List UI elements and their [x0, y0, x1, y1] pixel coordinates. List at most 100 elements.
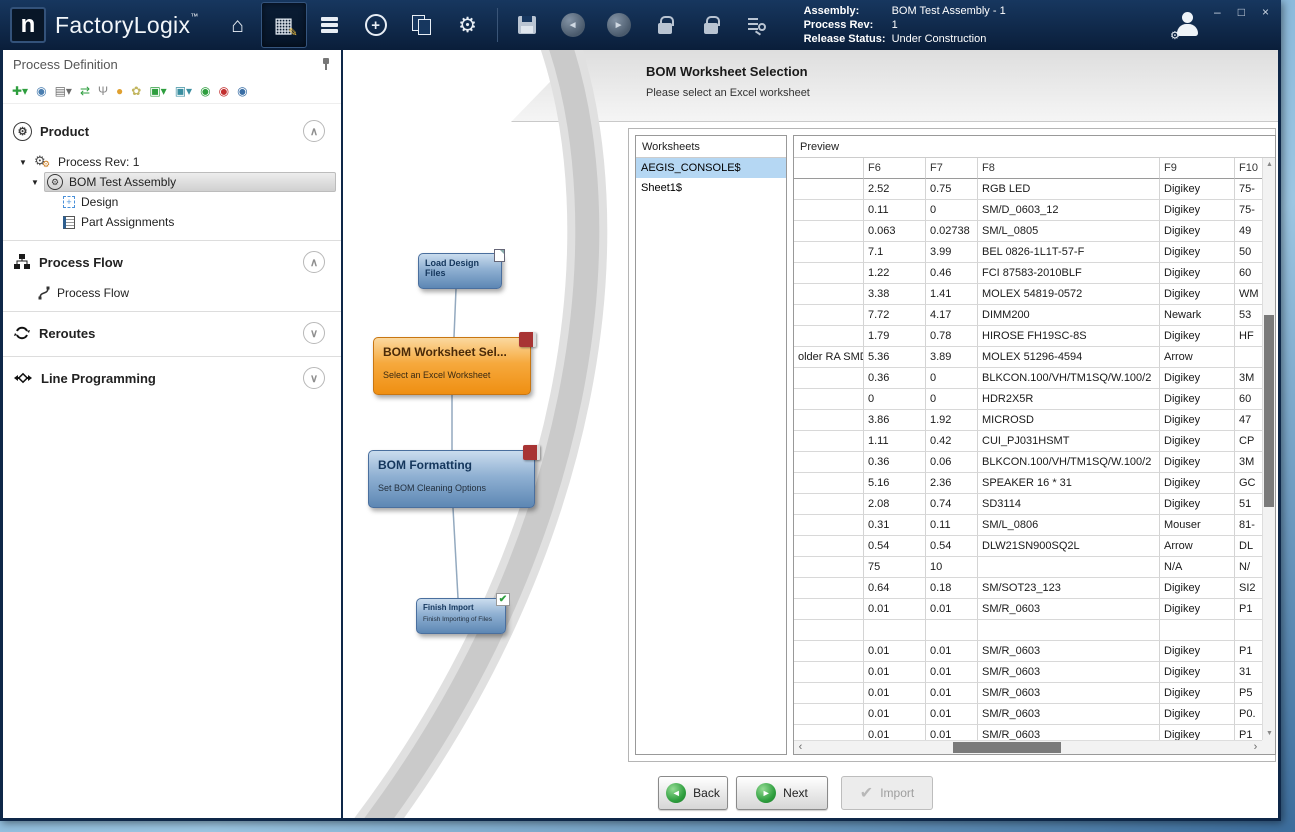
- back-button[interactable]: ◄ Back: [658, 776, 728, 810]
- table-row[interactable]: 0.11 0 SM/D_0603_12 Digikey 75-: [794, 200, 1262, 221]
- selected-tree-item[interactable]: ⚙ BOM Test Assembly: [44, 172, 336, 192]
- section-process-flow-label: Process Flow: [39, 255, 123, 270]
- lock-icon: [658, 23, 672, 34]
- horizontal-scrollbar[interactable]: ‹ ›: [794, 740, 1262, 754]
- collapse-process-flow-button[interactable]: ∧: [303, 251, 325, 273]
- status-green-icon[interactable]: ◉: [200, 85, 210, 97]
- table-row[interactable]: 3.38 1.41 MOLEX 54819-0572 Digikey WM: [794, 284, 1262, 305]
- unlock-button[interactable]: [688, 2, 734, 48]
- tree-item-bom-assembly[interactable]: ▼ ⚙ BOM Test Assembly: [3, 172, 341, 192]
- tree-item-label: Process Rev: 1: [58, 155, 139, 169]
- home-button[interactable]: ⌂: [215, 2, 261, 48]
- table-row[interactable]: 0.36 0.06 BLKCON.100/VH/TM1SQ/W.100/2 Di…: [794, 452, 1262, 473]
- highlight-icon[interactable]: ●: [116, 85, 123, 97]
- column-header: [794, 158, 864, 179]
- undo-button[interactable]: ◄: [550, 2, 596, 48]
- table-row[interactable]: 0.01 0.01 SM/R_0603 Digikey P1: [794, 599, 1262, 620]
- table-row[interactable]: 0.01 0.01 SM/R_0603 Digikey P1: [794, 641, 1262, 662]
- add-icon[interactable]: ✚▾: [12, 85, 28, 97]
- status-blue-icon[interactable]: ◉: [237, 85, 247, 97]
- step-node-load-design-files[interactable]: Load Design Files: [418, 253, 502, 289]
- table-row[interactable]: 75 10 N/A N/: [794, 557, 1262, 578]
- scroll-down-arrow[interactable]: ▼: [1263, 727, 1276, 740]
- documents-icon: [412, 15, 432, 35]
- step-node-bom-formatting[interactable]: BOM Formatting Set BOM Cleaning Options: [368, 450, 535, 508]
- export-icon[interactable]: ▣▾: [149, 85, 166, 97]
- table-row[interactable]: 3.86 1.92 MICROSD Digikey 47: [794, 410, 1262, 431]
- collapse-product-button[interactable]: ∧: [303, 120, 325, 142]
- node-title: BOM Formatting: [378, 458, 525, 472]
- table-row[interactable]: 7.72 4.17 DIMM200 Newark 53: [794, 305, 1262, 326]
- table-row[interactable]: 1.11 0.42 CUI_PJ031HSMT Digikey CP: [794, 431, 1262, 452]
- minimize-button[interactable]: –: [1214, 5, 1221, 19]
- table-row[interactable]: 0.31 0.11 SM/L_0806 Mouser 81-: [794, 515, 1262, 536]
- preview-header-row: F6 F7 F8 F9 F10: [794, 158, 1262, 179]
- table-row[interactable]: older RA SMD 5.36 3.89 MOLEX 51296-4594 …: [794, 347, 1262, 368]
- collapse-line-programming-button[interactable]: ∨: [303, 367, 325, 389]
- scroll-left-arrow[interactable]: ‹: [794, 741, 807, 755]
- collapse-reroutes-button[interactable]: ∨: [303, 322, 325, 344]
- close-button[interactable]: ×: [1262, 5, 1269, 19]
- save-button[interactable]: [504, 2, 550, 48]
- print-icon[interactable]: ▤▾: [55, 85, 72, 97]
- import-button[interactable]: ✔ Import: [841, 776, 933, 810]
- table-row[interactable]: 0.54 0.54 DLW21SN900SQ2L Arrow DL: [794, 536, 1262, 557]
- navigation-button[interactable]: +: [353, 2, 399, 48]
- step-node-bom-worksheet-selection[interactable]: BOM Worksheet Sel... Select an Excel Wor…: [373, 337, 531, 395]
- tree-item-design[interactable]: + Design: [3, 192, 341, 212]
- process-definition-button[interactable]: ▦ ✎: [261, 2, 307, 48]
- section-product[interactable]: ⚙ Product ∧: [3, 116, 341, 146]
- scroll-right-arrow[interactable]: ›: [1249, 741, 1262, 755]
- table-row[interactable]: 0.01 0.01 SM/R_0603 Digikey P5: [794, 683, 1262, 704]
- compare-button[interactable]: [307, 2, 353, 48]
- next-button[interactable]: ► Next: [736, 776, 828, 810]
- table-row[interactable]: 0.01 0.01 SM/R_0603 Digikey 31: [794, 662, 1262, 683]
- tree-item-part-assignments[interactable]: Part Assignments: [3, 212, 341, 232]
- table-row[interactable]: [794, 620, 1262, 641]
- flower-icon[interactable]: ✿: [131, 85, 141, 97]
- section-reroutes[interactable]: Reroutes ∨: [3, 318, 341, 348]
- tree-item-label: Process Flow: [57, 286, 129, 300]
- table-row[interactable]: 0 0 HDR2X5R Digikey 60: [794, 389, 1262, 410]
- scroll-up-arrow[interactable]: ▲: [1263, 158, 1276, 171]
- user-button[interactable]: ⚙: [1173, 12, 1203, 39]
- expander-icon[interactable]: ▼: [31, 178, 41, 187]
- table-row[interactable]: 0.01 0.01 SM/R_0603 Digikey P1: [794, 725, 1262, 740]
- table-row[interactable]: 1.79 0.78 HIROSE FH19SC-8S Digikey HF: [794, 326, 1262, 347]
- section-process-flow[interactable]: Process Flow ∧: [3, 247, 341, 277]
- tree-item-process-rev[interactable]: ▼ ⚙⚙ Process Rev: 1: [3, 152, 341, 172]
- table-row[interactable]: 0.063 0.02738 SM/L_0805 Digikey 49: [794, 221, 1262, 242]
- release-status-value: Under Construction: [892, 32, 987, 46]
- maximize-button[interactable]: □: [1238, 5, 1245, 19]
- table-row[interactable]: 7.1 3.99 BEL 0826-1L1T-57-F Digikey 50: [794, 242, 1262, 263]
- status-red-icon[interactable]: ◉: [219, 85, 229, 97]
- table-row[interactable]: 0.64 0.18 SM/SOT23_123 Digikey SI2: [794, 578, 1262, 599]
- worksheet-item-sheet1[interactable]: Sheet1$: [636, 178, 786, 198]
- table-row[interactable]: 0.36 0 BLKCON.100/VH/TM1SQ/W.100/2 Digik…: [794, 368, 1262, 389]
- table-row[interactable]: 2.52 0.75 RGB LED Digikey 75-: [794, 179, 1262, 200]
- step-node-finish-import[interactable]: Finish Import Finish Importing of Files …: [416, 598, 506, 634]
- worksheet-item-aegis-console[interactable]: AEGIS_CONSOLE$: [636, 158, 786, 178]
- audit-button[interactable]: [734, 2, 780, 48]
- lock-button[interactable]: [642, 2, 688, 48]
- publish-icon[interactable]: ◉: [36, 85, 46, 97]
- inspect-icon[interactable]: Ψ: [98, 85, 108, 97]
- expander-icon[interactable]: ▼: [19, 158, 29, 167]
- pencil-icon: ✎: [288, 26, 297, 39]
- table-row[interactable]: 1.22 0.46 FCI 87583-2010BLF Digikey 60: [794, 263, 1262, 284]
- documents-button[interactable]: [399, 2, 445, 48]
- tree-item-label: Design: [81, 195, 118, 209]
- table-row[interactable]: 5.16 2.36 SPEAKER 16 * 31 Digikey GC: [794, 473, 1262, 494]
- vertical-scrollbar[interactable]: ▲ ▼: [1262, 158, 1275, 740]
- sync-icon[interactable]: ⇄: [80, 85, 90, 97]
- horizontal-scrollbar-thumb[interactable]: [953, 742, 1061, 753]
- table-row[interactable]: 2.08 0.74 SD3114 Digikey 51: [794, 494, 1262, 515]
- section-line-programming[interactable]: Line Programming ∨: [3, 363, 341, 393]
- vertical-scrollbar-thumb[interactable]: [1264, 315, 1274, 507]
- tree-item-process-flow[interactable]: Process Flow: [3, 283, 341, 303]
- table-row[interactable]: 0.01 0.01 SM/R_0603 Digikey P0.: [794, 704, 1262, 725]
- redo-button[interactable]: ►: [596, 2, 642, 48]
- import-worksheet-icon[interactable]: ▣▾: [175, 85, 192, 97]
- settings-button[interactable]: ⚙: [445, 2, 491, 48]
- pin-icon[interactable]: [321, 57, 331, 71]
